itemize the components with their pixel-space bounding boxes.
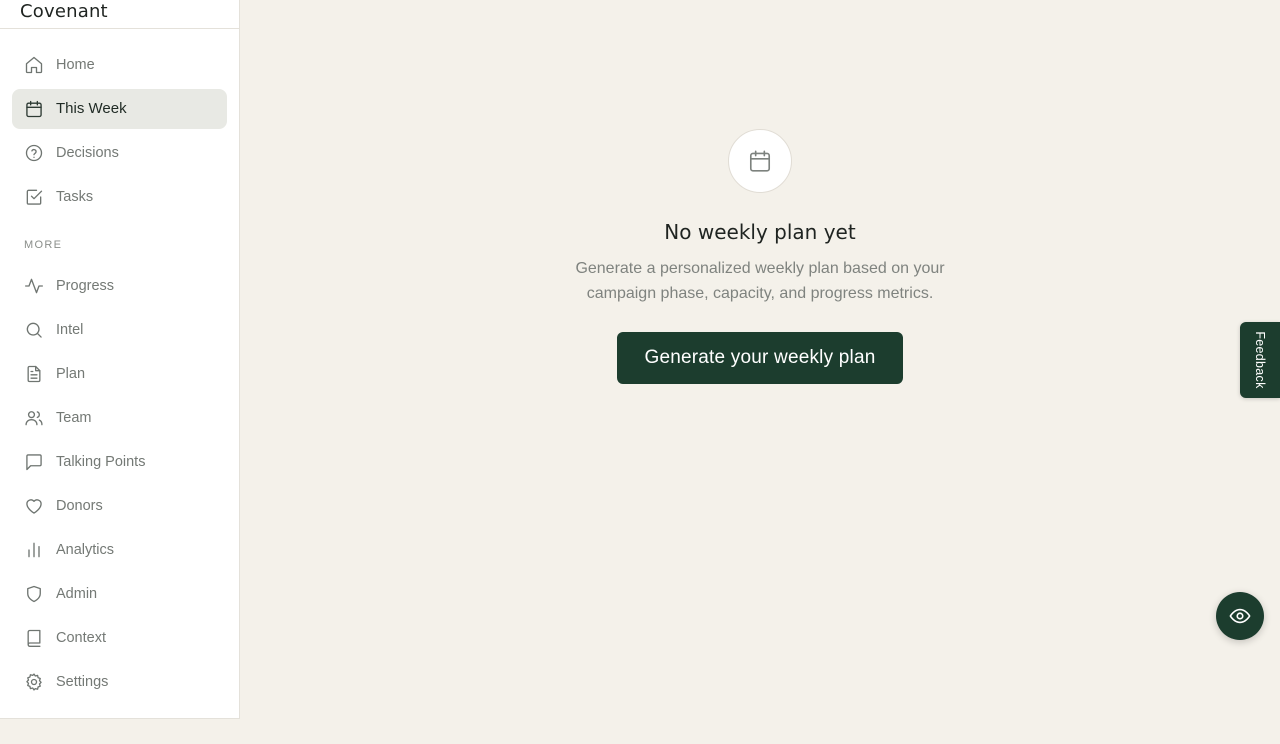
visibility-fab-button[interactable] <box>1216 592 1264 640</box>
sidebar-item-label: Admin <box>56 586 98 602</box>
sidebar-item-admin[interactable]: Admin <box>12 574 227 614</box>
feedback-label: Feedback <box>1253 331 1267 389</box>
sidebar-item-label: Tasks <box>56 189 94 205</box>
users-icon <box>24 408 44 428</box>
sidebar-item-label: Analytics <box>56 542 115 558</box>
empty-state-badge <box>728 129 792 193</box>
message-square-icon <box>24 452 44 472</box>
sidebar-item-label: Team <box>56 410 92 426</box>
sidebar-item-label: Plan <box>56 366 86 382</box>
search-icon <box>24 320 44 340</box>
sidebar-item-label: Donors <box>56 498 103 514</box>
sidebar-item-tasks[interactable]: Tasks <box>12 177 227 217</box>
sidebar-item-label: This Week <box>56 100 127 117</box>
sidebar-item-decisions[interactable]: Decisions <box>12 133 227 173</box>
sidebar-item-intel[interactable]: Intel <box>12 310 227 350</box>
empty-state-description: Generate a personalized weekly plan base… <box>575 260 945 302</box>
sidebar-item-plan[interactable]: Plan <box>12 354 227 394</box>
section-label-more: MORE <box>24 239 63 251</box>
sidebar-item-home[interactable]: Home <box>12 45 227 85</box>
sidebar-item-settings[interactable]: Settings <box>12 662 227 702</box>
heart-icon <box>24 496 44 516</box>
sidebar-item-label: Talking Points <box>56 454 146 470</box>
sidebar: Covenant Home This Week Decisions Tasks … <box>0 0 240 719</box>
sidebar-item-talking-points[interactable]: Talking Points <box>12 442 227 482</box>
sidebar-item-donors[interactable]: Donors <box>12 486 227 526</box>
feedback-tab[interactable]: Feedback <box>1240 322 1280 398</box>
sidebar-item-analytics[interactable]: Analytics <box>12 530 227 570</box>
sidebar-item-label: Context <box>56 630 106 646</box>
calendar-icon <box>24 99 44 119</box>
help-circle-icon <box>24 143 44 163</box>
activity-icon <box>24 276 44 296</box>
book-icon <box>24 628 44 648</box>
sidebar-item-label: Intel <box>56 322 84 338</box>
check-square-icon <box>24 187 44 207</box>
sidebar-item-context[interactable]: Context <box>12 618 227 658</box>
generate-weekly-plan-button[interactable]: Generate your weekly plan <box>617 332 903 384</box>
empty-state-title: No weekly plan yet <box>664 220 856 244</box>
sidebar-item-label: Settings <box>56 674 109 690</box>
shield-icon <box>24 584 44 604</box>
bar-chart-icon <box>24 540 44 560</box>
sidebar-item-label: Decisions <box>56 145 119 161</box>
sidebar-item-this-week[interactable]: This Week <box>12 89 227 129</box>
sidebar-item-label: Progress <box>56 278 115 294</box>
file-text-icon <box>24 364 44 384</box>
eye-icon <box>1229 608 1251 624</box>
calendar-icon <box>749 150 771 172</box>
home-icon <box>24 55 44 75</box>
sidebar-item-progress[interactable]: Progress <box>12 266 227 306</box>
gear-icon <box>24 672 44 692</box>
sidebar-item-team[interactable]: Team <box>12 398 227 438</box>
sidebar-item-label: Home <box>56 57 95 73</box>
brand-logo[interactable]: Covenant <box>0 0 239 29</box>
